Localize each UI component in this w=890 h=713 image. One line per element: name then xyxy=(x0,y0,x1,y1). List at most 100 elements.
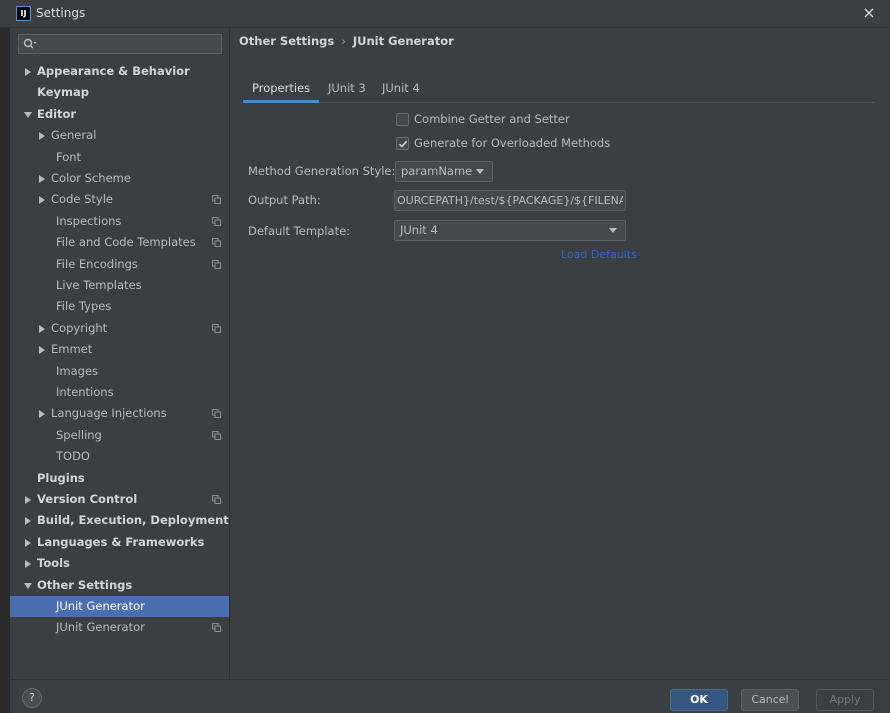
tree-item-font[interactable]: Font xyxy=(10,147,229,168)
project-scope-icon xyxy=(212,323,221,333)
ok-button[interactable]: OK xyxy=(670,689,728,711)
tree-item-emmet[interactable]: Emmet xyxy=(10,339,229,360)
tree-item-intentions[interactable]: Intentions xyxy=(10,382,229,403)
chevron-right-icon[interactable] xyxy=(38,132,46,141)
tab-junit4[interactable]: JUnit 4 xyxy=(373,78,429,103)
chevron-right-icon[interactable] xyxy=(24,496,32,504)
chevron-right-icon[interactable] xyxy=(24,538,32,547)
combine-getter-setter-label: Combine Getter and Setter xyxy=(414,112,570,126)
tree-item-label: Color Scheme xyxy=(51,171,131,185)
tree-item-color-scheme[interactable]: Color Scheme xyxy=(10,168,229,189)
chevron-right-icon[interactable] xyxy=(24,517,32,526)
chevron-down-icon[interactable] xyxy=(24,582,32,590)
tree-item-label: Build, Execution, Deployment xyxy=(37,513,229,528)
project-scope-icon xyxy=(212,216,221,226)
settings-tree-panel: Appearance & Behavior Keymap Editor General… xyxy=(10,28,230,679)
tree-item-language-injections[interactable]: Language Injections xyxy=(10,403,229,424)
breadcrumb-parent[interactable]: Other Settings xyxy=(239,34,334,48)
tree-item-label: File and Code Templates xyxy=(56,235,196,250)
tree-item-other-settings[interactable]: Other Settings xyxy=(10,575,229,596)
search-input[interactable] xyxy=(41,36,217,52)
tab-junit3[interactable]: JUnit 3 xyxy=(319,78,375,103)
chevron-right-icon[interactable] xyxy=(24,68,32,76)
help-button[interactable]: ? xyxy=(22,688,42,708)
tree-item-label: Font xyxy=(56,149,82,164)
tree-item-languages-frameworks[interactable]: Languages & Frameworks xyxy=(10,532,229,553)
tree-item-label: Appearance & Behavior xyxy=(37,64,190,78)
tree-item-label: Plugins xyxy=(37,470,85,485)
search-box[interactable] xyxy=(18,34,222,54)
tree-item-label: File Encodings xyxy=(56,256,138,271)
settings-content: Other Settings › JUnit Generator Propertie… xyxy=(231,28,890,679)
breadcrumb-separator: › xyxy=(341,34,346,48)
tree-item-label: General xyxy=(51,128,97,143)
background-ide-sliver xyxy=(0,28,10,713)
tree-item-label: Version Control xyxy=(37,492,138,506)
close-button[interactable]: × xyxy=(858,2,880,24)
tree-item-label: Spelling xyxy=(56,427,102,442)
tree-item-file-and-code-templates[interactable]: File and Code Templates xyxy=(10,232,229,253)
tree-item-label: Language Injections xyxy=(51,406,167,421)
chevron-down-icon[interactable] xyxy=(24,111,32,119)
apply-button[interactable]: Apply xyxy=(816,689,874,711)
method-style-value: paramName xyxy=(401,164,473,178)
tree-item-label: Languages & Frameworks xyxy=(37,534,205,549)
chevron-right-icon[interactable] xyxy=(38,175,46,183)
tree-item-appearance-behavior[interactable]: Appearance & Behavior xyxy=(10,61,229,82)
chevron-right-icon[interactable] xyxy=(38,410,46,419)
chevron-right-icon[interactable] xyxy=(24,560,32,569)
cancel-button[interactable]: Cancel xyxy=(741,689,799,711)
tree-item-spelling[interactable]: Spelling xyxy=(10,425,229,446)
tab-strip: Properties JUnit 3 JUnit 4 xyxy=(243,78,875,103)
window-title: Settings xyxy=(36,6,86,20)
app-logo-icon: IJ xyxy=(16,6,31,21)
tree-item-build-execution-deployment[interactable]: Build, Execution, Deployment xyxy=(10,510,229,531)
generate-overloaded-label: Generate for Overloaded Methods xyxy=(414,136,611,150)
project-scope-icon xyxy=(212,495,221,504)
tree-item-keymap[interactable]: Keymap xyxy=(10,82,229,103)
tree-item-file-types[interactable]: File Types xyxy=(10,296,229,317)
tree-item-copyright[interactable]: Copyright xyxy=(10,318,229,339)
generate-overloaded-checkbox[interactable] xyxy=(396,137,409,150)
checkmark-icon xyxy=(398,140,408,148)
tree-item-images[interactable]: Images xyxy=(10,361,229,382)
chevron-right-icon[interactable] xyxy=(38,324,46,333)
output-path-label: Output Path: xyxy=(248,193,321,207)
tree-item-label: Other Settings xyxy=(37,577,133,592)
tree-item-label: Keymap xyxy=(37,85,89,100)
search-icon xyxy=(23,38,37,49)
breadcrumb: Other Settings › JUnit Generator xyxy=(239,34,454,50)
method-style-dropdown[interactable]: paramName xyxy=(395,161,493,182)
chevron-right-icon[interactable] xyxy=(38,196,46,205)
tree-item-general[interactable]: General xyxy=(10,125,229,146)
tree-item-plugins[interactable]: Plugins xyxy=(10,468,229,489)
caret-down-icon xyxy=(476,169,484,174)
tree-item-junit-generator[interactable]: JUnit Generator xyxy=(10,617,229,638)
tree-item-label: Code Style xyxy=(51,192,113,207)
settings-dialog: IJ Settings × Appearance & Behavior Keyma… xyxy=(0,0,890,713)
tree-item-tools[interactable]: Tools xyxy=(10,553,229,574)
tree-item-junit-generator[interactable]: JUnit Generator xyxy=(10,596,229,617)
tree-item-file-encodings[interactable]: File Encodings xyxy=(10,254,229,275)
project-scope-icon xyxy=(212,430,221,440)
project-scope-icon xyxy=(212,238,221,248)
output-path-input[interactable] xyxy=(394,190,626,211)
tree-item-live-templates[interactable]: Live Templates xyxy=(10,275,229,296)
method-style-label: Method Generation Style: xyxy=(248,164,396,178)
combine-getter-setter-checkbox[interactable] xyxy=(396,113,409,126)
load-defaults-link[interactable]: Load Defaults xyxy=(561,248,637,261)
tree-item-version-control[interactable]: Version Control xyxy=(10,489,229,510)
tree-item-editor[interactable]: Editor xyxy=(10,104,229,125)
tree-item-inspections[interactable]: Inspections xyxy=(10,211,229,232)
chevron-right-icon[interactable] xyxy=(38,346,46,355)
caret-down-icon xyxy=(609,228,617,233)
tree-item-todo[interactable]: TODO xyxy=(10,446,229,467)
tab-properties[interactable]: Properties xyxy=(243,78,320,103)
tree-item-code-style[interactable]: Code Style xyxy=(10,189,229,210)
default-template-label: Default Template: xyxy=(248,224,351,238)
tree-item-label: Emmet xyxy=(51,342,93,357)
default-template-dropdown[interactable]: JUnit 4 xyxy=(394,220,626,241)
tree-item-label: Editor xyxy=(37,106,77,121)
title-bar[interactable]: IJ Settings × xyxy=(0,0,890,28)
tree-item-label: Copyright xyxy=(51,320,108,335)
